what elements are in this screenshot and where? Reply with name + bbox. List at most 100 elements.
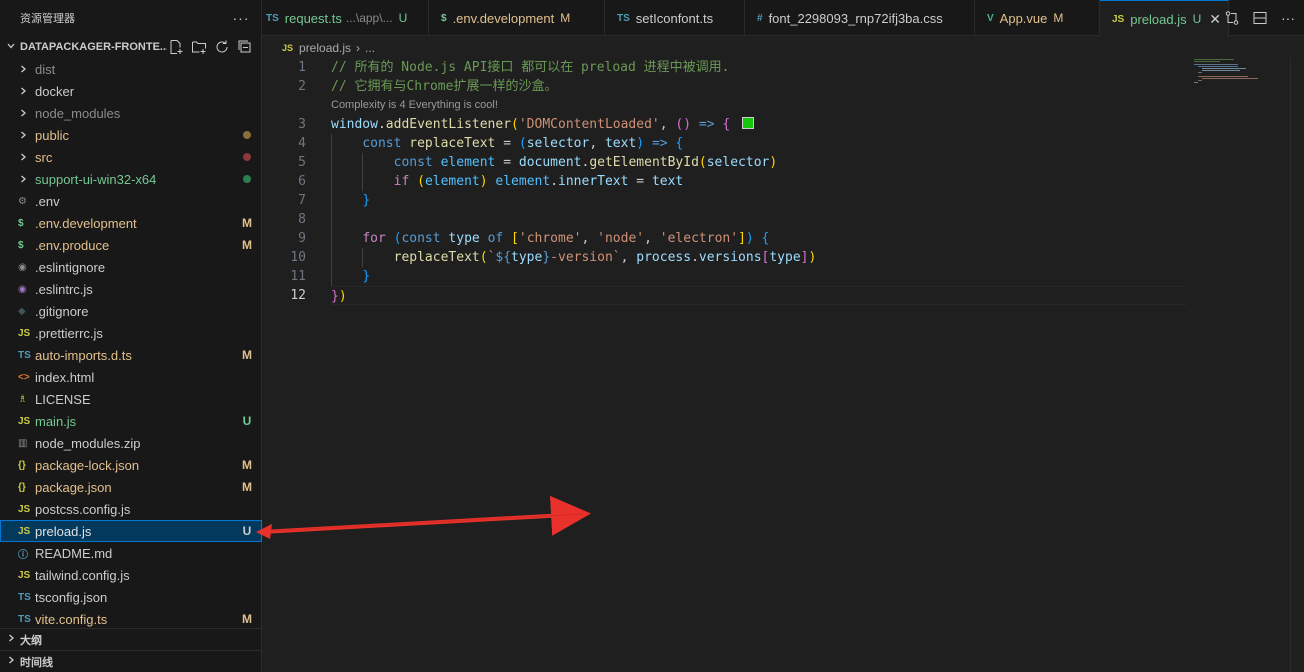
chevron-right-icon [18, 108, 35, 118]
tree-item-label: .eslintrc.js [35, 281, 93, 297]
tree-file[interactable]: <> index.html [0, 366, 262, 388]
chevron-right-icon [18, 152, 35, 162]
chevron-right-icon [18, 130, 35, 140]
tree-item-label: .env.produce [35, 237, 110, 253]
tree-file[interactable]: TS tsconfig.json [0, 586, 262, 608]
git-status-badge: M [242, 612, 252, 626]
tree-file[interactable]: TS auto-imports.d.ts M [0, 344, 262, 366]
chevron-right-icon [18, 174, 35, 184]
tab-active[interactable]: JS preload.js U ✕ [1100, 0, 1229, 37]
tree-file[interactable]: ⓘ README.md [0, 542, 262, 564]
tree-item-label: dist [35, 61, 56, 77]
editor-tab[interactable]: TS setIconfont.ts [605, 0, 745, 36]
codelens-spacer [262, 96, 306, 115]
file-type-icon: ◉ [18, 261, 27, 273]
tree-item-label: .env.development [35, 215, 137, 231]
tree-file[interactable]: JS tailwind.config.js [0, 564, 262, 586]
tree-item-label: README.md [35, 545, 113, 561]
tree-file[interactable]: $ .env.development M [0, 212, 262, 234]
code-line: const element = document.getElementById(… [331, 153, 1186, 172]
file-type-icon: ◉ [18, 283, 27, 295]
editor-tab[interactable]: V App.vue M [975, 0, 1100, 36]
line-number: 9 [298, 231, 306, 246]
line-number: 7 [298, 193, 306, 208]
file-type-icon: JS [1112, 13, 1125, 25]
breadcrumb-file[interactable]: preload.js [299, 41, 351, 55]
split-editor-icon[interactable] [1250, 8, 1270, 28]
code-area[interactable]: // 所有的 Node.js API接口 都可以在 preload 进程中被调用… [331, 58, 1186, 305]
tree-item-label: preload.js [35, 523, 92, 539]
file-tree: dist docker node_modules public src support-u… [0, 58, 262, 630]
new-file-icon[interactable] [167, 39, 184, 56]
tree-folder[interactable]: dist [0, 58, 262, 80]
code-line: // 它拥有与Chrome扩展一样的沙盒。 [331, 77, 1186, 96]
current-code-line: }) [331, 286, 1186, 305]
line-number: 11 [290, 269, 306, 284]
editor-tab[interactable]: TS request.ts ...\app\... U [254, 0, 429, 36]
breadcrumb-symbol[interactable]: ... [365, 41, 375, 55]
tab-label: preload.js [1130, 11, 1187, 27]
workspace-root[interactable]: DATAPACKAGER-FRONTE... [0, 36, 261, 58]
tree-folder[interactable]: node_modules [0, 102, 262, 124]
editor-tab[interactable]: # font_2298093_rnp72ifj3ba.css [745, 0, 975, 36]
tree-file[interactable]: JS postcss.config.js [0, 498, 262, 520]
tab-git-status: U [1192, 12, 1202, 26]
code-line: } [331, 191, 1186, 210]
color-swatch[interactable] [742, 117, 755, 129]
tree-file[interactable]: $ .env.produce M [0, 234, 262, 256]
collapse-all-icon[interactable] [236, 39, 253, 56]
tree-file[interactable]: ▥ node_modules.zip [0, 432, 262, 454]
editor-tab[interactable]: $ .env.development M [429, 0, 605, 36]
tree-item-label: postcss.config.js [35, 501, 131, 517]
tree-file[interactable]: ◆ .gitignore [0, 300, 262, 322]
file-type-icon: JS [18, 503, 31, 515]
file-type-icon: ▥ [18, 437, 28, 449]
tab-git-status: M [560, 11, 571, 25]
tree-file[interactable]: ◉ .eslintrc.js [0, 278, 262, 300]
tree-file[interactable]: JS main.js U [0, 410, 262, 432]
vertical-scrollbar[interactable] [1290, 58, 1304, 672]
codelens-complexity[interactable]: Complexity is 4 Everything is cool! [331, 96, 1186, 115]
new-folder-icon[interactable] [190, 39, 207, 56]
tree-folder[interactable]: docker [0, 80, 262, 102]
code-line: replaceText(`${type}-version`, process.v… [331, 248, 1186, 267]
timeline-section[interactable]: 时间线 [0, 650, 262, 672]
tree-file[interactable]: {} package-lock.json M [0, 454, 262, 476]
git-status-badge: U [242, 524, 252, 538]
file-type-icon: $ [18, 239, 24, 251]
tree-file[interactable]: {} package.json M [0, 476, 262, 498]
tree-folder[interactable]: src [0, 146, 262, 168]
tree-item-label: package-lock.json [35, 457, 140, 473]
minimap[interactable] [1194, 58, 1260, 88]
code-line: } [331, 267, 1186, 286]
tree-file[interactable]: ♗ LICENSE [0, 388, 262, 410]
tree-item-label: support-ui-win32-x64 [35, 171, 157, 187]
outline-section[interactable]: 大纲 [0, 628, 262, 650]
compare-changes-icon[interactable] [1222, 8, 1242, 28]
tree-folder[interactable]: public [0, 124, 262, 146]
line-number: 2 [298, 79, 306, 94]
file-type-icon: V [987, 12, 994, 24]
code-editor[interactable]: 1 2 3 4 5 6 7 8 9 10 11 12 // 所有的 Node.js API接口 都可以… [262, 58, 1304, 672]
line-number: 3 [298, 117, 306, 132]
tree-file[interactable]: TS vite.config.ts M [0, 608, 262, 630]
tree-file[interactable]: JS .prettierrc.js [0, 322, 262, 344]
line-number: 8 [298, 212, 306, 227]
file-type-icon: {} [18, 481, 26, 493]
tree-folder[interactable]: support-ui-win32-x64 [0, 168, 262, 190]
tab-label: App.vue [999, 10, 1048, 26]
file-type-icon: {} [18, 459, 26, 471]
refresh-icon[interactable] [213, 39, 230, 56]
tree-file[interactable]: ◉ .eslintignore [0, 256, 262, 278]
chevron-down-icon [6, 41, 20, 54]
tree-file[interactable]: ⚙ .env [0, 190, 262, 212]
tab-label: request.ts [284, 10, 342, 26]
more-actions-icon[interactable]: ··· [1278, 8, 1298, 28]
file-type-icon: # [757, 12, 763, 24]
timeline-label: 时间线 [20, 656, 53, 669]
breadcrumb[interactable]: JS preload.js › ... [262, 37, 375, 59]
tree-item-label: tailwind.config.js [35, 567, 130, 583]
tree-item-label: .gitignore [35, 303, 89, 319]
close-icon[interactable]: ✕ [1209, 11, 1221, 28]
tree-file[interactable]: JS preload.js U [0, 520, 262, 542]
